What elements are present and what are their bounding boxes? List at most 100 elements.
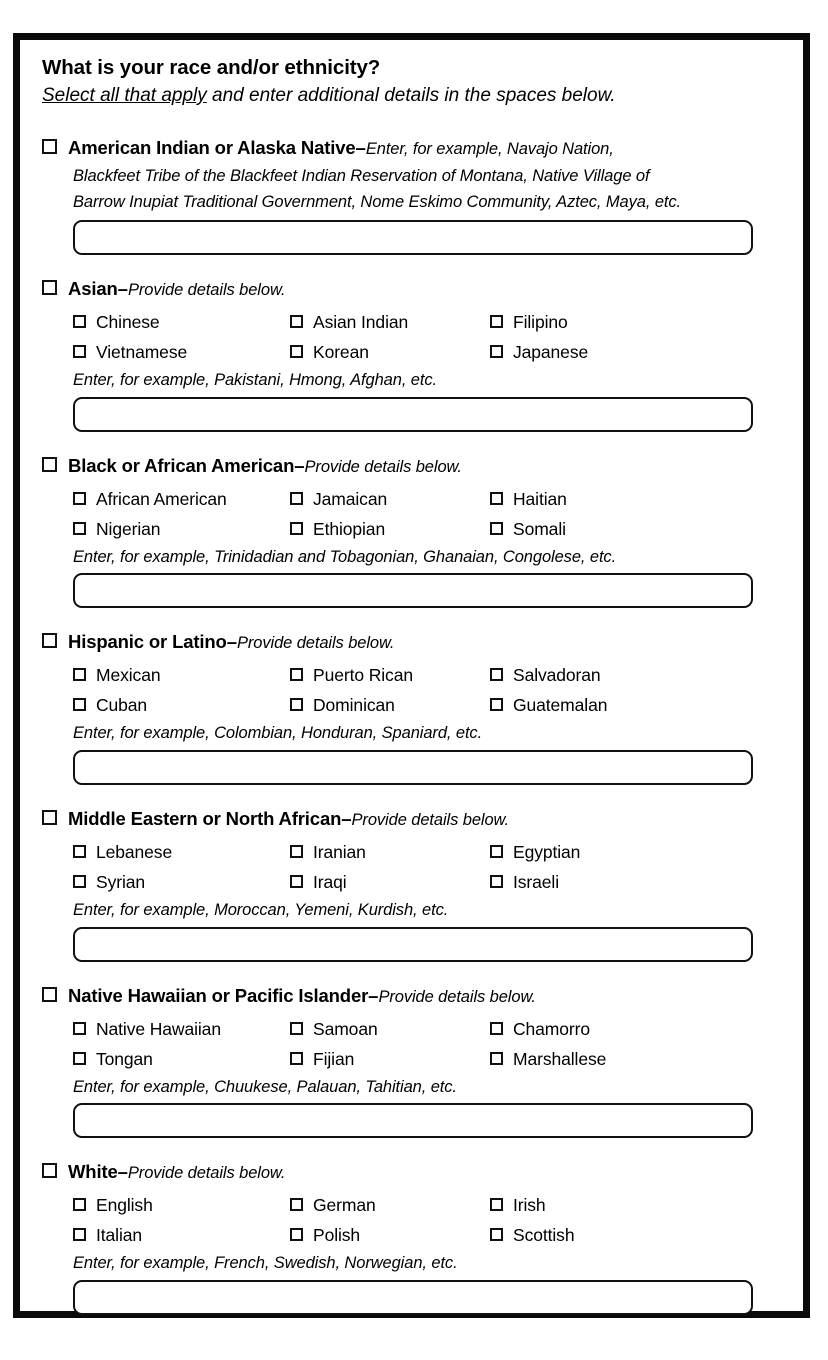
write-in-input-american-indian-alaska-native[interactable] [73,220,753,256]
checkbox-icon[interactable] [290,521,303,535]
section-header-black-or-african-american[interactable]: Black or African American – Provide deta… [42,453,781,480]
checkbox-icon[interactable] [73,344,86,358]
checkbox-icon[interactable] [290,1051,303,1065]
option-checkbox-item[interactable]: Cuban [73,690,147,720]
checkbox-icon[interactable] [290,314,303,328]
checkbox-icon[interactable] [73,874,86,888]
option-checkbox-item[interactable]: Somali [490,514,566,544]
checkbox-icon[interactable] [73,1051,86,1065]
checkbox-icon[interactable] [42,633,57,649]
checkbox-icon[interactable] [490,668,503,682]
option-checkbox-item[interactable]: Israeli [490,867,559,897]
option-checkbox-item[interactable]: Salvadoran [490,660,601,690]
section-header-hispanic-or-latino[interactable]: Hispanic or Latino – Provide details bel… [42,629,781,656]
write-in-input-hispanic-or-latino[interactable] [73,750,753,786]
checkbox-icon[interactable] [490,1051,503,1065]
checkbox-icon[interactable] [290,491,303,505]
option-checkbox-item[interactable]: Fijian [290,1044,354,1074]
section-header-native-hawaiian-or-pacific-islander[interactable]: Native Hawaiian or Pacific Islander – Pr… [42,983,781,1010]
option-row: Chinese Asian Indian Filipino [73,307,781,337]
checkbox-icon[interactable] [290,668,303,682]
checkbox-icon[interactable] [42,810,57,826]
checkbox-icon[interactable] [73,844,86,858]
option-checkbox-item[interactable]: Iranian [290,837,366,867]
option-checkbox-item[interactable]: Haitian [490,484,567,514]
checkbox-icon[interactable] [490,1021,503,1035]
checkbox-icon[interactable] [42,1163,57,1179]
option-checkbox-item[interactable]: Samoan [290,1014,378,1044]
checkbox-icon[interactable] [42,986,57,1002]
option-label: Iraqi [313,871,347,892]
checkbox-icon[interactable] [290,844,303,858]
option-checkbox-item[interactable]: English [73,1190,153,1220]
option-checkbox-item[interactable]: Asian Indian [290,307,408,337]
option-checkbox-item[interactable]: Marshallese [490,1044,606,1074]
option-checkbox-item[interactable]: Tongan [73,1044,153,1074]
checkbox-icon[interactable] [73,698,86,712]
checkbox-icon[interactable] [290,1228,303,1242]
option-checkbox-item[interactable]: Vietnamese [73,337,187,367]
checkbox-icon[interactable] [73,1198,86,1212]
checkbox-icon[interactable] [490,344,503,358]
section-header-white[interactable]: White – Provide details below. [42,1159,781,1186]
section-header-asian[interactable]: Asian – Provide details below. [42,276,781,303]
checkbox-icon[interactable] [73,314,86,328]
checkbox-icon[interactable] [42,138,57,154]
checkbox-icon[interactable] [490,1198,503,1212]
checkbox-icon[interactable] [290,1198,303,1212]
checkbox-icon[interactable] [290,344,303,358]
option-checkbox-item[interactable]: Native Hawaiian [73,1014,221,1044]
checkbox-icon[interactable] [73,1021,86,1035]
write-in-input-middle-eastern-or-north-african[interactable] [73,926,753,962]
write-in-input-black-or-african-american[interactable] [73,573,753,609]
option-checkbox-item[interactable]: Syrian [73,867,145,897]
section-header-american-indian-alaska-native[interactable]: American Indian or Alaska Native – Enter… [42,135,781,162]
checkbox-icon[interactable] [490,314,503,328]
checkbox-icon[interactable] [490,491,503,505]
option-row: Italian Polish Scottish [73,1220,781,1250]
option-checkbox-item[interactable]: Nigerian [73,514,160,544]
checkbox-icon[interactable] [73,491,86,505]
option-checkbox-item[interactable]: Chamorro [490,1014,590,1044]
option-row: Nigerian Ethiopian Somali [73,514,781,544]
checkbox-icon[interactable] [290,874,303,888]
option-checkbox-item[interactable]: Japanese [490,337,588,367]
option-checkbox-item[interactable]: Jamaican [290,484,387,514]
option-checkbox-item[interactable]: Scottish [490,1220,575,1250]
checkbox-icon[interactable] [490,698,503,712]
checkbox-icon[interactable] [490,874,503,888]
section-label: Asian [68,278,118,300]
option-checkbox-item[interactable]: Egyptian [490,837,580,867]
section-label: Native Hawaiian or Pacific Islander [68,984,369,1006]
option-checkbox-item[interactable]: Polish [290,1220,360,1250]
checkbox-icon[interactable] [42,280,57,296]
option-checkbox-item[interactable]: Filipino [490,307,568,337]
checkbox-icon[interactable] [490,1228,503,1242]
write-in-input-white[interactable] [73,1280,753,1316]
option-checkbox-item[interactable]: Lebanese [73,837,172,867]
option-checkbox-item[interactable]: Mexican [73,660,161,690]
write-in-input-native-hawaiian-or-pacific-islander[interactable] [73,1103,753,1139]
option-checkbox-item[interactable]: Ethiopian [290,514,385,544]
checkbox-icon[interactable] [490,521,503,535]
option-checkbox-item[interactable]: Italian [73,1220,142,1250]
write-in-input-asian[interactable] [73,396,753,432]
checkbox-icon[interactable] [73,521,86,535]
option-checkbox-item[interactable]: German [290,1190,376,1220]
checkbox-icon[interactable] [290,1021,303,1035]
option-checkbox-item[interactable]: Guatemalan [490,690,607,720]
checkbox-icon[interactable] [290,698,303,712]
option-checkbox-item[interactable]: Korean [290,337,369,367]
option-checkbox-item[interactable]: African American [73,484,227,514]
checkbox-icon[interactable] [73,668,86,682]
option-grid: Native Hawaiian Samoan Chamorro Tongan Fijia… [42,1014,781,1074]
option-checkbox-item[interactable]: Irish [490,1190,546,1220]
option-checkbox-item[interactable]: Iraqi [290,867,347,897]
section-header-middle-eastern-or-north-african[interactable]: Middle Eastern or North African – Provid… [42,806,781,833]
checkbox-icon[interactable] [490,844,503,858]
option-checkbox-item[interactable]: Dominican [290,690,395,720]
option-checkbox-item[interactable]: Chinese [73,307,160,337]
option-checkbox-item[interactable]: Puerto Rican [290,660,413,690]
checkbox-icon[interactable] [73,1228,86,1242]
checkbox-icon[interactable] [42,456,57,472]
